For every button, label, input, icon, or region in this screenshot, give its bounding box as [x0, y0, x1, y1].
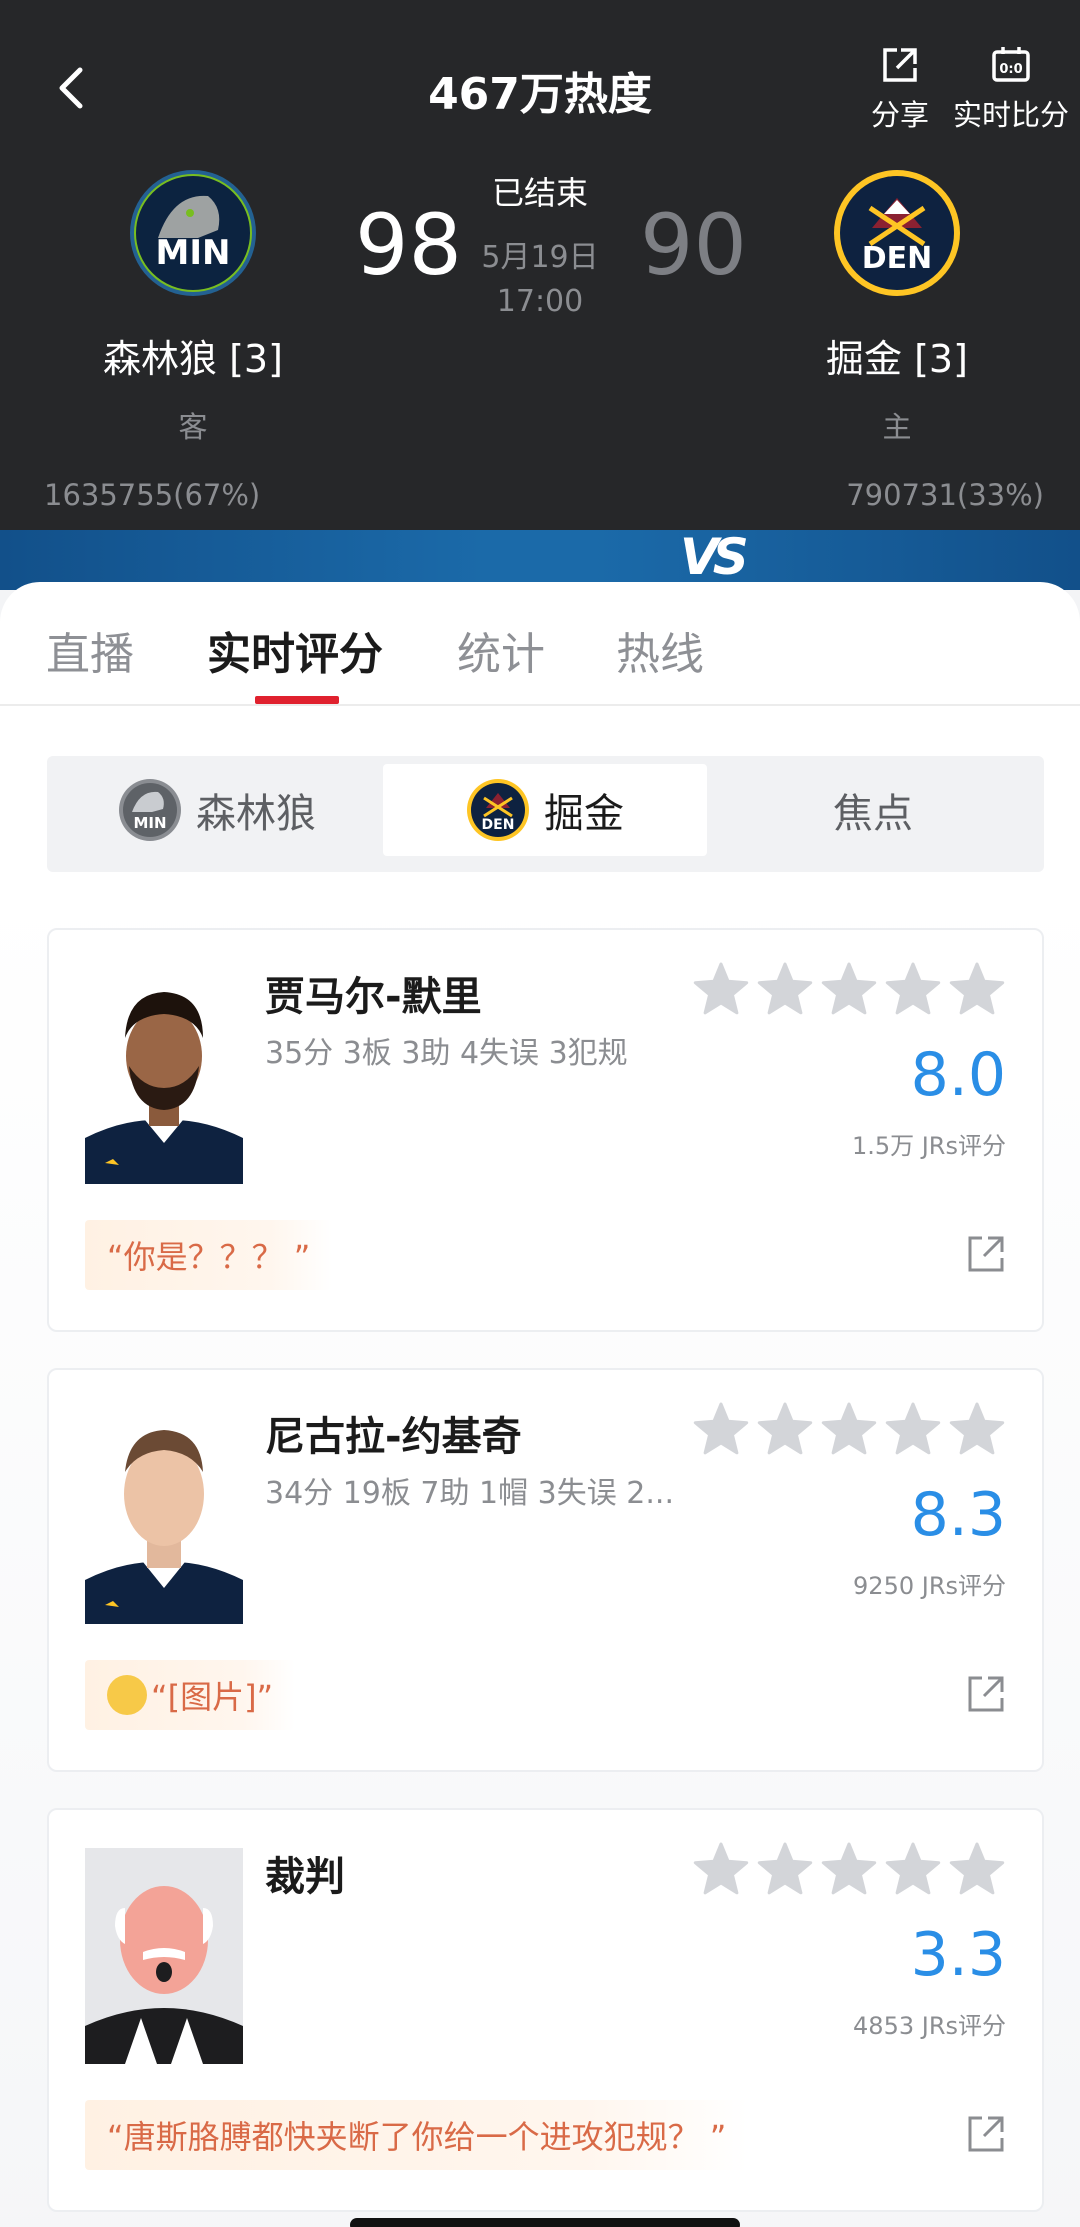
- star-icon[interactable]: [821, 1402, 877, 1455]
- open-external-icon[interactable]: [966, 2114, 1006, 2154]
- star-icon[interactable]: [949, 1402, 1005, 1455]
- referee-name: 裁判: [265, 1854, 345, 1900]
- rating-count: 9250 JRs评分: [853, 1572, 1006, 1600]
- tab-ratings[interactable]: 实时评分: [207, 618, 383, 682]
- vs-label: VS: [680, 528, 749, 586]
- star-rating-widget[interactable]: [693, 1838, 1015, 1900]
- rating-count: 1.5万 JRs评分: [851, 1132, 1006, 1160]
- share-button[interactable]: 分享: [866, 44, 934, 134]
- game-time: 17:00: [496, 284, 584, 319]
- rating-count: 4853 JRs评分: [853, 2012, 1006, 2040]
- home-support-count: 790731(33%): [846, 478, 1044, 512]
- open-external-icon[interactable]: [966, 1674, 1006, 1714]
- scoreboard-icon: 0:0: [992, 47, 1030, 82]
- star-icon[interactable]: [949, 962, 1005, 1015]
- referee-avatar: [85, 1848, 243, 2064]
- active-tab-indicator: [255, 696, 339, 704]
- star-icon[interactable]: [693, 962, 749, 1015]
- star-icon[interactable]: [821, 962, 877, 1015]
- tab-live[interactable]: 直播: [46, 618, 134, 682]
- player-stats: 34分 19板 7助 1帽 3失误 2...: [265, 1476, 674, 1511]
- player-name: 贾马尔-默里: [265, 974, 482, 1020]
- star-icon[interactable]: [885, 1402, 941, 1455]
- star-icon[interactable]: [885, 1842, 941, 1895]
- den-small-logo-text: DEN: [482, 817, 515, 833]
- live-score-label: 实时比分: [952, 98, 1069, 132]
- nuggets-logo[interactable]: DEN: [832, 168, 962, 298]
- tab-stats[interactable]: 统计: [457, 618, 545, 682]
- star-icon[interactable]: [821, 1842, 877, 1895]
- den-logo-text: DEN: [862, 241, 933, 276]
- star-icon[interactable]: [757, 1402, 813, 1455]
- home-team-name[interactable]: 掘金 [3]: [747, 328, 1047, 383]
- star-icon[interactable]: [757, 962, 813, 1015]
- tab-bar: 直播 实时评分 统计 热线: [0, 582, 1080, 706]
- away-support-count: 1635755(67%): [44, 478, 261, 512]
- star-icon[interactable]: [757, 1842, 813, 1895]
- live-score-button[interactable]: 0:0 实时比分: [945, 44, 1077, 134]
- player-rating-card[interactable]: 尼古拉-约基奇 34分 19板 7助 1帽 3失误 2... 8.3 9250 …: [47, 1368, 1044, 1772]
- star-icon[interactable]: [693, 1402, 749, 1455]
- segment-timberwolves[interactable]: MIN 森林狼: [55, 764, 379, 856]
- player-name: 尼古拉-约基奇: [265, 1414, 522, 1460]
- game-date: 5月19日: [481, 240, 599, 275]
- segment-focus[interactable]: 焦点: [711, 764, 1035, 856]
- min-logo-text: MIN: [156, 233, 231, 273]
- star-icon[interactable]: [885, 962, 941, 1015]
- top-comment-text: “[图片]”: [151, 1678, 274, 1716]
- away-label: 客: [178, 410, 208, 444]
- team-segment-control: MIN 森林狼 DEN 掘金 焦点: [47, 756, 1044, 872]
- content-panel: 直播 实时评分 统计 热线 MIN 森林狼 DEN 掘金 焦点 贾马尔-默里 3…: [0, 582, 1080, 2227]
- star-icon[interactable]: [693, 1842, 749, 1895]
- share-label: 分享: [870, 98, 929, 132]
- top-comment[interactable]: “唐斯胳膊都快夹断了你给一个进攻犯规？ ”: [85, 2100, 749, 2170]
- referee-rating-card[interactable]: 裁判 3.3 4853 JRs评分 “唐斯胳膊都快夹断了你给一个进攻犯规？ ”: [47, 1808, 1044, 2212]
- timberwolves-logo[interactable]: MIN: [128, 168, 258, 298]
- player-photo: [85, 1408, 243, 1624]
- nuggets-small-logo: DEN: [467, 779, 529, 841]
- game-status: 已结束: [491, 174, 588, 212]
- segment-nuggets-label: 掘金: [544, 791, 624, 837]
- star-rating-widget[interactable]: [693, 1398, 1015, 1460]
- rating-score: 8.0: [910, 1040, 1006, 1110]
- segment-nuggets[interactable]: DEN 掘金: [383, 764, 707, 856]
- away-team-name[interactable]: 森林狼 [3]: [43, 328, 343, 383]
- home-score: 90: [640, 196, 747, 294]
- tab-hotline[interactable]: 热线: [616, 618, 704, 682]
- rating-score: 8.3: [910, 1480, 1006, 1550]
- star-icon[interactable]: [949, 1842, 1005, 1895]
- game-header: 467万热度 分享 0:0 实时比分 MIN 森林狼 [3] 客 DEN 掘金 …: [0, 0, 1080, 530]
- timberwolves-small-logo: MIN: [119, 779, 181, 841]
- player-rating-card[interactable]: 贾马尔-默里 35分 3板 3助 4失误 3犯规 8.0 1.5万 JRs评分 …: [47, 928, 1044, 1332]
- emoji-sticker-icon: [107, 1675, 147, 1715]
- top-comment[interactable]: “[图片]”: [85, 1660, 296, 1730]
- player-stats: 35分 3板 3助 4失误 3犯规: [265, 1036, 628, 1071]
- segment-timberwolves-label: 森林狼: [196, 791, 316, 837]
- share-icon: [883, 48, 917, 82]
- open-external-icon[interactable]: [966, 1234, 1006, 1274]
- home-label: 主: [882, 410, 912, 444]
- rating-score: 3.3: [910, 1920, 1006, 1990]
- svg-text:0:0: 0:0: [999, 62, 1022, 77]
- top-comment[interactable]: “你是？？？ ”: [85, 1220, 333, 1290]
- segment-focus-label: 焦点: [833, 791, 913, 837]
- player-photo: [85, 968, 243, 1184]
- home-indicator[interactable]: [350, 2218, 740, 2227]
- vs-banner: [0, 530, 1080, 590]
- min-small-logo-text: MIN: [133, 814, 166, 832]
- star-rating-widget[interactable]: [693, 958, 1015, 1020]
